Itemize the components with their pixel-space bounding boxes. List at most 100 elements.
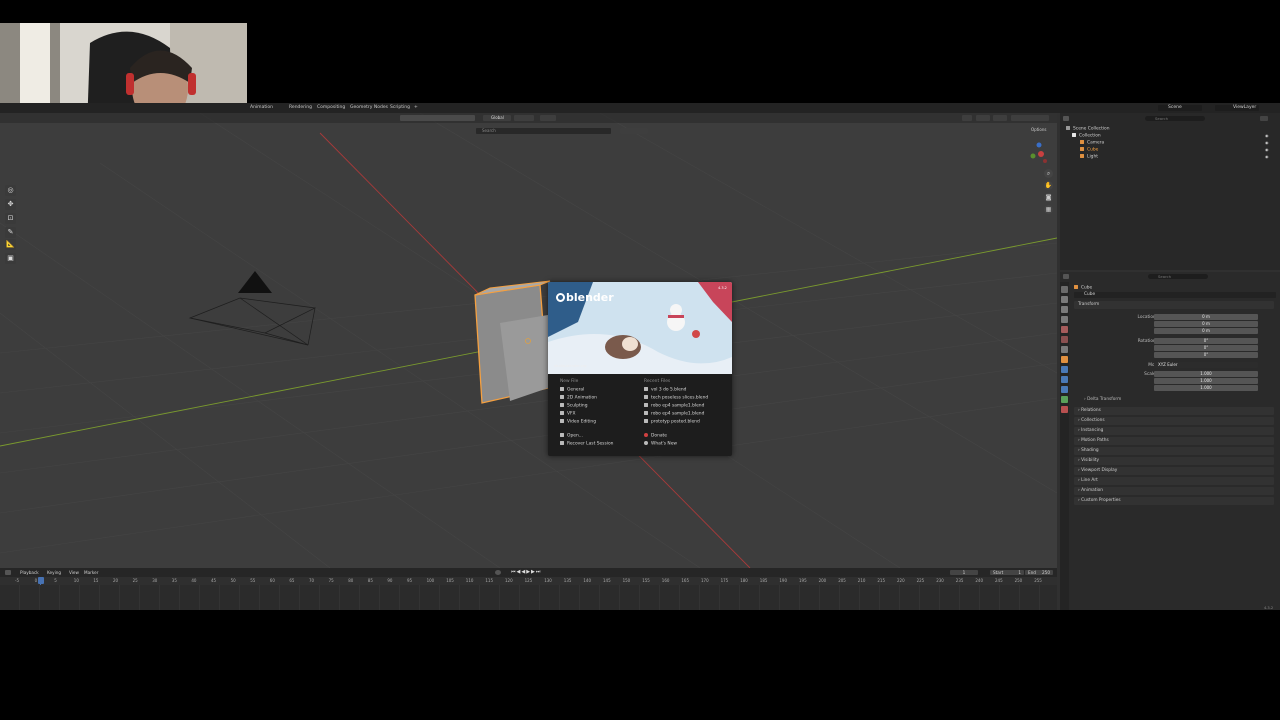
- perspective-toggle-icon[interactable]: ▦: [1044, 205, 1053, 214]
- panel-viewport-display[interactable]: › Viewport Display: [1074, 467, 1274, 475]
- add-cube-tool-icon[interactable]: ▣: [5, 253, 16, 264]
- output-tab-icon[interactable]: [1061, 306, 1068, 313]
- camera-view-icon[interactable]: ◙: [1044, 193, 1053, 202]
- rotation-y-field[interactable]: 0°: [1154, 345, 1258, 351]
- cursor-tool-icon[interactable]: ◎: [5, 185, 16, 196]
- recent-file-item[interactable]: prototyp posted.blend: [644, 419, 700, 425]
- playback-menu[interactable]: Playback: [20, 570, 39, 575]
- panel-collections[interactable]: › Collections: [1074, 417, 1274, 425]
- editor-type-icon[interactable]: [5, 570, 11, 575]
- recent-file-item[interactable]: robo ep4 sample1.blend: [644, 403, 704, 409]
- viewport-search-input[interactable]: Search: [476, 128, 611, 134]
- snap-toggle[interactable]: [540, 115, 556, 121]
- gizmo-toggle[interactable]: [976, 115, 990, 121]
- new-video-editing-item[interactable]: Video Editing: [560, 419, 596, 425]
- rotation-z-field[interactable]: 0°: [1154, 352, 1258, 358]
- panel-line-art[interactable]: › Line Art: [1074, 477, 1274, 485]
- panel-visibility[interactable]: › Visibility: [1074, 457, 1274, 465]
- annotate-tool-icon[interactable]: ✎: [5, 227, 16, 238]
- move-tool-icon[interactable]: ✥: [5, 199, 16, 210]
- overlay-toggle[interactable]: [993, 115, 1007, 121]
- pivot-dropdown[interactable]: [514, 115, 534, 121]
- whats-new-button[interactable]: What's New: [644, 441, 677, 447]
- transform-tool-icon[interactable]: ⊡: [5, 213, 16, 224]
- tool-tab-icon[interactable]: [1061, 286, 1068, 293]
- world-tab-icon[interactable]: [1061, 336, 1068, 343]
- properties-search-input[interactable]: Search: [1148, 274, 1208, 279]
- outliner-search-input[interactable]: Search: [1145, 116, 1205, 121]
- frame-ruler[interactable]: -5 0 5 10 15 20 25 30 35 40 45 50 55 60 65 70 75 80 85 90 95…: [0, 577, 1057, 585]
- current-frame-field[interactable]: 1: [950, 570, 978, 575]
- transform-panel-header[interactable]: Transform: [1074, 301, 1274, 309]
- scale-y-field[interactable]: 1.000: [1154, 378, 1258, 384]
- zoom-icon[interactable]: ⌕: [1044, 169, 1053, 178]
- view-menu[interactable]: View: [69, 570, 79, 575]
- location-x-field[interactable]: 0 m: [1154, 314, 1258, 320]
- visibility-eye-icon[interactable]: ◉: [1265, 133, 1269, 138]
- rotation-mode-dropdown[interactable]: XYZ Euler: [1154, 362, 1258, 368]
- visibility-eye-icon[interactable]: ◉: [1265, 140, 1269, 145]
- filter-buttons[interactable]: [620, 128, 648, 134]
- delta-transform-subpanel[interactable]: › Delta Transform: [1084, 397, 1121, 402]
- donate-button[interactable]: Donate: [644, 433, 667, 439]
- recent-file-item[interactable]: tech poseless slices.blend: [644, 395, 708, 401]
- panel-instancing[interactable]: › Instancing: [1074, 427, 1274, 435]
- marker-menu[interactable]: Marker: [84, 570, 98, 575]
- measure-tool-icon[interactable]: 📐: [5, 239, 16, 250]
- end-frame-field[interactable]: End 250: [1025, 570, 1053, 575]
- scene-collection-row[interactable]: Scene Collection: [1066, 126, 1110, 132]
- outliner-item-light[interactable]: Light: [1080, 154, 1098, 160]
- cube-object[interactable]: [470, 273, 560, 413]
- visibility-icon[interactable]: [962, 115, 972, 121]
- options-button[interactable]: Options: [1031, 127, 1046, 132]
- outliner-item-cube[interactable]: Cube: [1080, 147, 1098, 153]
- keying-menu[interactable]: Keying: [47, 570, 61, 575]
- new-general-item[interactable]: General: [560, 387, 584, 393]
- object-tab-icon[interactable]: [1061, 356, 1068, 363]
- panel-custom-properties[interactable]: › Custom Properties: [1074, 497, 1274, 505]
- timeline-area[interactable]: [0, 585, 1057, 610]
- panel-animation[interactable]: › Animation: [1074, 487, 1274, 495]
- recover-session-button[interactable]: Recover Last Session: [560, 441, 613, 447]
- open-file-button[interactable]: Open...: [560, 433, 583, 439]
- render-tab-icon[interactable]: [1061, 296, 1068, 303]
- 3d-viewport[interactable]: Global Search Options ◎ ✥ ⊡ ✎ 📐 ▣ ⌕ ✋ ◙ …: [0, 113, 1057, 568]
- collection-row[interactable]: Collection: [1072, 133, 1101, 139]
- shading-mode-buttons[interactable]: [1011, 115, 1049, 121]
- transform-orientation-dropdown[interactable]: Global: [483, 115, 511, 121]
- navigation-gizmo-icon[interactable]: [1024, 139, 1054, 169]
- add-workspace-button[interactable]: +: [414, 105, 418, 110]
- modifier-tab-icon[interactable]: [1061, 366, 1068, 373]
- camera-object[interactable]: [180, 263, 330, 363]
- visibility-eye-icon[interactable]: ◉: [1265, 147, 1269, 152]
- scene-selector[interactable]: Scene: [1158, 105, 1202, 111]
- view-layer-tab-icon[interactable]: [1061, 316, 1068, 323]
- tab-geometry-nodes[interactable]: Geometry Nodes: [350, 105, 388, 110]
- rotation-x-field[interactable]: 0°: [1154, 338, 1258, 344]
- new-vfx-item[interactable]: VFX: [560, 411, 576, 417]
- recent-file-item[interactable]: robo ep4 sample1.blend: [644, 411, 704, 417]
- collection-tab-icon[interactable]: [1061, 346, 1068, 353]
- outliner-item-camera[interactable]: Camera: [1080, 140, 1104, 146]
- panel-shading[interactable]: › Shading: [1074, 447, 1274, 455]
- new-2d-animation-item[interactable]: 2D Animation: [560, 395, 597, 401]
- select-mode-buttons[interactable]: [400, 115, 475, 121]
- record-icon[interactable]: [495, 570, 501, 575]
- tab-compositing[interactable]: Compositing: [317, 105, 345, 110]
- tab-scripting[interactable]: Scripting: [390, 105, 410, 110]
- recent-file-item[interactable]: vol 3 do 5.blend: [644, 387, 686, 393]
- visibility-eye-icon[interactable]: ◉: [1265, 154, 1269, 159]
- start-frame-field[interactable]: Start 1: [990, 570, 1024, 575]
- scale-z-field[interactable]: 1.000: [1154, 385, 1258, 391]
- panel-motion-paths[interactable]: › Motion Paths: [1074, 437, 1274, 445]
- data-tab-icon[interactable]: [1061, 396, 1068, 403]
- particles-tab-icon[interactable]: [1061, 376, 1068, 383]
- view-layer-selector[interactable]: ViewLayer: [1215, 105, 1259, 111]
- tab-animation[interactable]: Animation: [250, 105, 273, 110]
- material-tab-icon[interactable]: [1061, 406, 1068, 413]
- editor-type-icon[interactable]: [1063, 274, 1069, 279]
- object-name-field[interactable]: Cube: [1074, 292, 1276, 298]
- location-z-field[interactable]: 0 m: [1154, 328, 1258, 334]
- scale-x-field[interactable]: 1.000: [1154, 371, 1258, 377]
- pan-hand-icon[interactable]: ✋: [1044, 181, 1053, 190]
